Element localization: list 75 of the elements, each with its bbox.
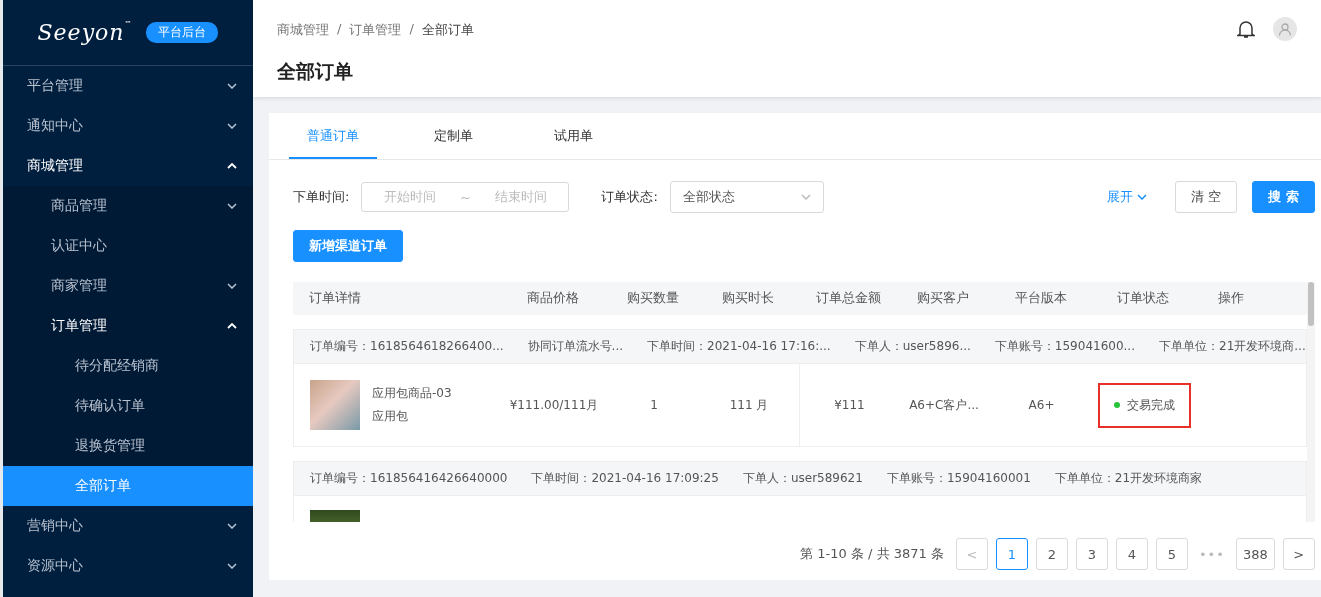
filter-label: 下单时间: [293, 188, 350, 206]
table-cell-text: 1 [649, 398, 659, 412]
badge: 平台后台 [146, 22, 219, 43]
chevron-down-icon [227, 123, 237, 129]
sidebar-item[interactable]: 待分配经销商 [3, 346, 253, 386]
page-button[interactable]: 3 [1075, 538, 1108, 570]
filter-label: 订单状态: [601, 188, 658, 206]
order-status: 交易完成 [1097, 382, 1191, 428]
status-dropdown[interactable]: 全部状态 [669, 181, 824, 213]
breadcrumb-item: 全部订单 [421, 21, 474, 39]
sidebar-item[interactable]: 资源中心 [3, 546, 253, 586]
scrollbar-thumb[interactable] [1307, 282, 1314, 326]
table-cell-text: A6+C客户... [908, 396, 980, 414]
column-header: 购买客户 [916, 290, 970, 307]
order-info: 订单编号：1618564618266400... [310, 338, 504, 355]
chevron-down-icon [227, 83, 237, 89]
chevron-down-icon [800, 194, 811, 200]
order-info: 下单单位：21开发环境商... [1159, 338, 1306, 355]
order-info: 下单账号：15904160001 [886, 470, 1031, 487]
breadcrumb-separator: / [409, 21, 414, 38]
sidebar-item[interactable]: 商品管理 [3, 186, 253, 226]
order-info: 协同订单流水号... [527, 338, 624, 355]
table-cell-text: 111 月 [728, 396, 770, 414]
sidebar-item[interactable]: 营销中心 [3, 506, 253, 546]
sidebar-item[interactable]: 订单管理 [3, 306, 253, 346]
breadcrumb-item[interactable]: 订单管理 [349, 21, 402, 39]
order-info: 下单时间：2021-04-16 17:09:25 [531, 470, 719, 487]
sidebar-item[interactable]: 平台管理 [3, 66, 253, 106]
table-cell: ¥111 [834, 398, 865, 412]
clear-button[interactable]: 清 空 [1175, 181, 1238, 213]
table-cell-text: A6+ [1027, 398, 1056, 412]
order-info: 订单编号：161856416426640000 [310, 470, 508, 487]
column-header: 订单状态 [1116, 290, 1170, 307]
chevron-up-icon [227, 323, 237, 329]
table-cell-text: ¥111.00/111月 [508, 396, 600, 414]
page-title: 全部订单 [277, 59, 354, 84]
column-header: 购买时长 [721, 290, 775, 307]
column-header: 平台版本 [1013, 290, 1068, 307]
column-header: 商品价格 [526, 290, 580, 307]
order-info: 下单账号：159041600... [994, 338, 1135, 355]
pagination-summary: 第 1-10 条 / 共 3871 条 [800, 545, 944, 563]
chevron-up-icon [227, 163, 237, 169]
order-info: 下单单位：21开发环境商家 [1054, 470, 1203, 487]
page-button[interactable]: 388 [1235, 538, 1275, 570]
chevron-down-icon [227, 523, 237, 529]
sidebar-item[interactable]: 通知中心 [3, 106, 253, 146]
product-type: 应用包 [372, 408, 409, 425]
sidebar-item[interactable]: 退换货管理 [3, 426, 253, 466]
page-button[interactable]: 4 [1115, 538, 1148, 570]
order-info: 下单人：user589621 [742, 470, 863, 487]
column-header: 订单详情 [308, 290, 362, 307]
product-name: 应用包商品-03 [372, 385, 452, 402]
column-header: 订单总金额 [814, 290, 882, 307]
order-info: 下单人：user5896... [854, 338, 971, 355]
chevron-down-icon [227, 283, 237, 289]
tab[interactable]: 试用单 [529, 113, 617, 159]
avatar-icon[interactable] [1273, 16, 1297, 41]
chevron-down-icon [1137, 194, 1148, 200]
order-info: 下单时间：2021-04-16 17:16:... [647, 338, 831, 355]
page-button[interactable]: 5 [1155, 538, 1188, 570]
product-image [310, 380, 360, 430]
column-header: 操作 [1216, 290, 1245, 307]
breadcrumb-item[interactable]: 商城管理 [277, 21, 329, 39]
column-header: 购买数量 [626, 290, 680, 307]
page-button[interactable]: 2 [1035, 538, 1068, 570]
bell-icon[interactable] [1237, 18, 1255, 39]
chevron-down-icon [227, 563, 237, 569]
sidebar-item[interactable]: 商家管理 [3, 266, 253, 306]
sidebar-item[interactable]: 认证中心 [3, 226, 253, 266]
sidebar-item[interactable]: 待确认订单 [3, 386, 253, 426]
breadcrumb-separator: / [337, 21, 342, 38]
tab[interactable]: 定制单 [409, 113, 497, 159]
next-page-button[interactable]: > [1282, 538, 1315, 570]
chevron-down-icon [227, 203, 237, 209]
sidebar-item[interactable]: 商城管理 [3, 146, 253, 186]
